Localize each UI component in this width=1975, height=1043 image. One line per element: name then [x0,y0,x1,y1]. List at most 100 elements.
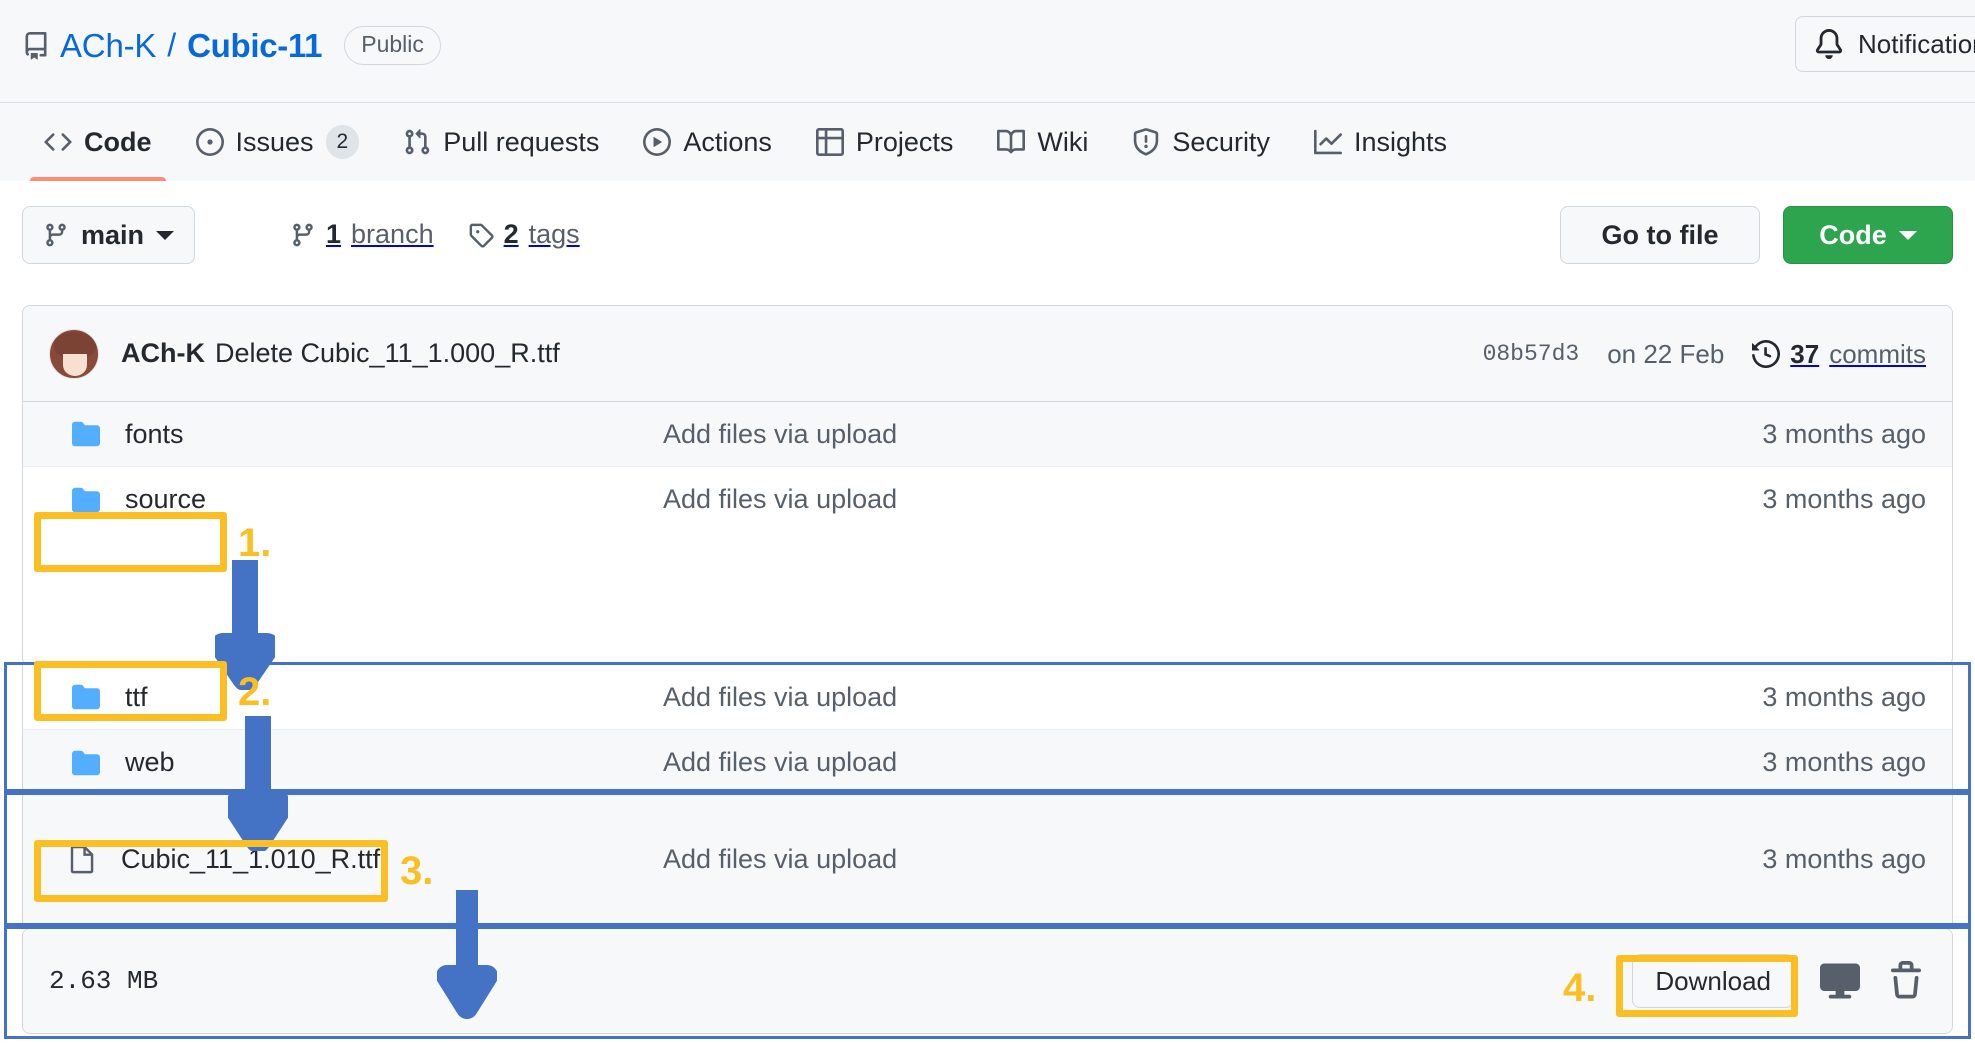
folder-icon [72,487,100,512]
file-table-panel-top: ACh-K Delete Cubic_11_1.000_R.ttf 08b57d… [22,305,1953,666]
shield-icon [1134,128,1159,156]
history-icon [1752,340,1781,368]
tag-icon [469,223,494,248]
tab-label-issues: Issues [235,126,314,157]
tab-label-pull-requests: Pull requests [443,126,600,157]
visibility-badge: Public [344,26,441,66]
file-row-name-cell: web [23,747,663,778]
annotation-arrow-2 [228,716,288,851]
tags-link[interactable]: 2 tags [468,219,580,250]
file-row-commit-message[interactable]: Add files via upload [663,484,1702,515]
file-row-commit-message[interactable]: Add files via upload [663,419,1702,450]
file-name-link[interactable]: ttf [125,682,148,713]
repo-refs-summary: 1 branch 2 tags [290,219,580,250]
file-row-timestamp: 3 months ago [1762,747,1926,777]
code-button-label: Code [1819,219,1887,250]
table-row[interactable]: Cubic_11_1.010_R.ttf Add files via uploa… [23,795,1952,923]
avatar [49,328,99,379]
breadcrumb-separator: / [167,27,177,64]
file-footer-panel: 2.63 MB Download [22,928,1953,1034]
folder-icon [72,684,100,710]
repo-name-link[interactable]: Cubic-11 [187,27,322,65]
folder-icon [72,421,100,447]
notifications-button[interactable]: Notifications [1795,16,1975,72]
table-row[interactable]: ttf Add files via upload 3 months ago [23,665,1952,730]
git-pull-request-icon [405,129,430,155]
file-table-panel-file: Cubic_11_1.010_R.ttf Add files via uploa… [22,794,1953,924]
bell-icon [1815,29,1843,59]
file-size-label: 2.63 MB [49,966,159,996]
file-row-timestamp: 3 months ago [1762,484,1926,514]
tag-count: 2 [503,219,519,249]
tab-projects[interactable]: Projects [794,103,976,181]
file-footer-bar: 2.63 MB Download [23,929,1952,1033]
table-row[interactable]: source Add files via upload 3 months ago [23,467,1952,532]
file-table-panel-middle: ttf Add files via upload 3 months ago we… [22,664,1953,790]
chevron-down-icon [156,230,175,240]
repo-nav-tabs: Code Issues 2 Pull requests Actions Proj… [0,103,1975,181]
file-row-name-cell: source [23,484,663,515]
repo-header: ACh-K / Cubic-11 Public Notifications [0,0,1975,103]
annotation-step-number-1: 1. [238,521,272,565]
file-row-name-cell: ttf [23,682,663,713]
git-branch-icon [46,223,66,247]
notifications-label: Notifications [1858,28,1975,59]
breadcrumb: ACh-K / Cubic-11 Public [22,26,441,66]
annotation-step-number-3: 3. [400,849,434,893]
branch-name-label: main [81,219,145,250]
file-footer-actions: Download [1632,929,1926,1033]
table-row[interactable]: web Add files via upload 3 months ago [23,730,1952,789]
book-icon [997,129,1026,154]
tab-wiki[interactable]: Wiki [975,103,1110,181]
tab-issues[interactable]: Issues 2 [174,103,382,181]
table-row[interactable]: fonts Add files via upload 3 months ago [23,402,1952,467]
branch-count-word: branch [351,219,434,249]
issue-opened-icon [195,128,224,156]
tab-security[interactable]: Security [1110,103,1292,181]
tab-insights[interactable]: Insights [1292,103,1469,181]
tag-count-word: tags [528,219,580,249]
issues-count-badge: 2 [325,125,360,159]
tab-actions[interactable]: Actions [621,103,794,181]
file-row-timestamp: 3 months ago [1762,681,1926,712]
file-row-commit-message[interactable]: Add files via upload [663,747,1702,778]
tab-label-security: Security [1172,126,1270,157]
commit-hash[interactable]: 08b57d3 [1483,341,1580,367]
table-icon [815,128,844,156]
tab-code[interactable]: Code [22,103,174,181]
file-row-timestamp: 3 months ago [1762,418,1926,449]
file-icon [70,845,94,874]
folder-icon [72,750,100,775]
file-name-link[interactable]: web [125,747,175,778]
git-branch-icon [293,223,313,246]
latest-commit-bar: ACh-K Delete Cubic_11_1.000_R.ttf 08b57d… [23,306,1952,402]
file-row-commit-message[interactable]: Add files via upload [663,844,1702,875]
repo-icon [25,31,47,60]
go-to-file-button[interactable]: Go to file [1560,206,1760,264]
commits-count-word: commits [1829,338,1926,369]
commit-message[interactable]: Delete Cubic_11_1.000_R.ttf [215,338,560,369]
repo-owner-link[interactable]: ACh-K [60,27,156,65]
tab-label-code: Code [84,126,152,157]
file-row-commit-message[interactable]: Add files via upload [663,682,1702,713]
trash-icon[interactable] [1886,961,1926,1001]
file-name-link[interactable]: fonts [125,419,184,450]
tab-label-insights: Insights [1353,126,1448,157]
code-icon [44,133,72,151]
device-desktop-icon[interactable] [1820,961,1860,1001]
commit-history-link[interactable]: 37 commits [1752,339,1926,370]
repo-toolbar: main 1 branch 2 tags Go to file Code [0,181,1975,288]
file-row-name-cell: fonts [23,419,663,450]
chevron-down-icon [1898,230,1917,240]
branch-count: 1 [326,219,342,249]
branch-selector-button[interactable]: main [22,206,196,264]
commit-author[interactable]: ACh-K [121,338,205,369]
file-name-link[interactable]: source [125,484,206,515]
branches-link[interactable]: 1 branch [290,219,434,250]
tab-label-actions: Actions [683,126,772,157]
code-download-button[interactable]: Code [1783,206,1953,264]
graph-icon [1313,129,1342,155]
tab-pull-requests[interactable]: Pull requests [381,103,621,181]
github-repo-page: ACh-K / Cubic-11 Public Notifications Co… [0,0,1975,1043]
download-button[interactable]: Download [1632,954,1794,1008]
